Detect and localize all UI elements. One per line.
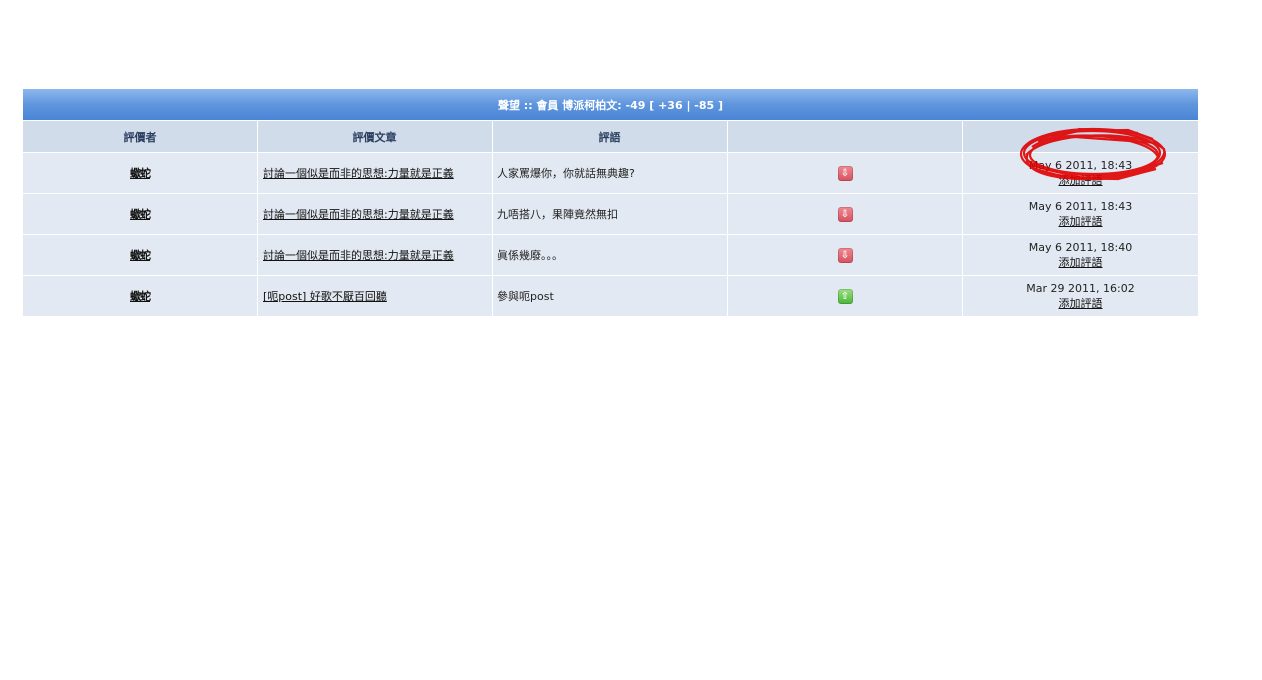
table-header-row: 評價者 評價文章 評語 [23, 120, 1198, 152]
table-row: 蠍蛇 [呃post] 好歌不厭百回聽 參與呃post ⇧ Mar 29 2011… [23, 275, 1198, 316]
rating-date: May 6 2011, 18:40 [1028, 241, 1133, 254]
member-name: 博派柯柏文 [562, 98, 618, 112]
arrow-down-icon: ⇩ [837, 247, 853, 263]
rating-date: May 6 2011, 18:43 [1028, 200, 1133, 213]
add-comment-link[interactable]: 添加評語 [1059, 256, 1103, 269]
title-prefix: 聲望 :: 會員 [497, 98, 559, 112]
table-row: 蠍蛇 討論一個似是而非的思想:力量就是正義 九唔搭八，果陣竟然無扣 ⇩ May … [23, 193, 1198, 234]
post-link[interactable]: 討論一個似是而非的思想:力量就是正義 [263, 208, 454, 221]
post-link[interactable]: [呃post] 好歌不厭百回聽 [263, 290, 387, 303]
reputation-table: 聲望 :: 會員 博派柯柏文: -49 [ +36 | -85 ] 評價者 評價… [23, 89, 1198, 316]
comment-text: 參與呃post [493, 275, 728, 316]
rating-date: Mar 29 2011, 16:02 [1026, 282, 1135, 295]
comment-text: 人家罵爆你，你就話無典趣? [493, 152, 728, 193]
header-vote [728, 120, 963, 152]
comment-text: 九唔搭八，果陣竟然無扣 [493, 193, 728, 234]
header-comment: 評語 [493, 120, 728, 152]
header-date [963, 120, 1198, 152]
post-link[interactable]: 討論一個似是而非的思想:力量就是正義 [263, 167, 454, 180]
table-row: 蠍蛇 討論一個似是而非的思想:力量就是正義 眞係幾廢。。。 ⇩ May 6 20… [23, 234, 1198, 275]
giver-link[interactable]: 蠍蛇 [130, 167, 151, 180]
header-post: 評價文章 [258, 120, 493, 152]
comment-text: 眞係幾廢。。。 [493, 234, 728, 275]
reputation-score: : -49 [617, 98, 646, 112]
arrow-down-icon: ⇩ [837, 206, 853, 222]
add-comment-link[interactable]: 添加評語 [1059, 174, 1103, 187]
giver-link[interactable]: 蠍蛇 [130, 249, 151, 262]
arrow-up-icon: ⇧ [837, 288, 853, 304]
rating-date: May 6 2011, 18:43 [1028, 159, 1133, 172]
reputation-title-bar: 聲望 :: 會員 博派柯柏文: -49 [ +36 | -85 ] [23, 89, 1198, 120]
giver-link[interactable]: 蠍蛇 [130, 208, 151, 221]
add-comment-link[interactable]: 添加評語 [1059, 297, 1103, 310]
add-comment-link[interactable]: 添加評語 [1059, 215, 1103, 228]
post-link[interactable]: 討論一個似是而非的思想:力量就是正義 [263, 249, 454, 262]
reputation-breakdown: [ +36 | -85 ] [649, 98, 724, 112]
giver-link[interactable]: 蠍蛇 [130, 290, 151, 303]
header-giver: 評價者 [23, 120, 258, 152]
table-row: 蠍蛇 討論一個似是而非的思想:力量就是正義 人家罵爆你，你就話無典趣? ⇩ Ma… [23, 152, 1198, 193]
arrow-down-icon: ⇩ [837, 165, 853, 181]
